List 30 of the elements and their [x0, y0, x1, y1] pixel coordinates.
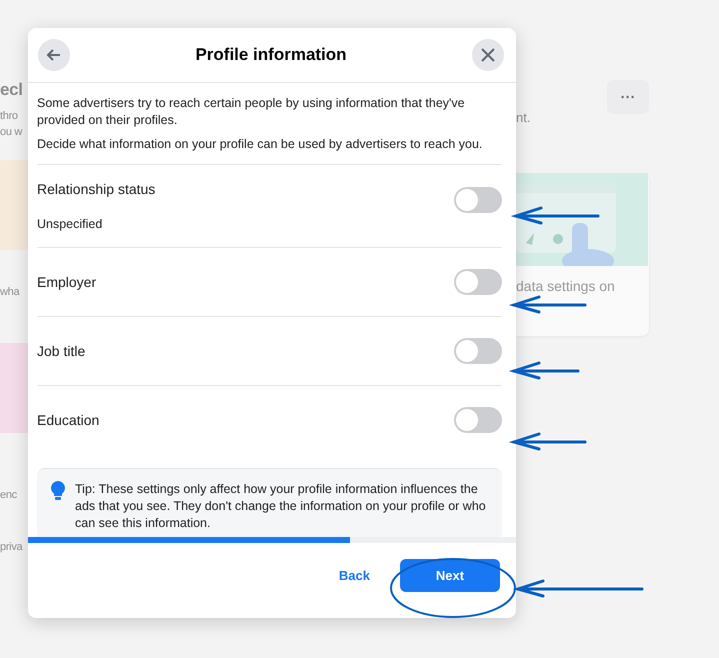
toggle-switch[interactable] [454, 187, 502, 213]
background-text: nt. [516, 110, 532, 125]
card-title: data settings on [516, 277, 616, 294]
background-text: ou w [0, 126, 24, 138]
toggle-switch[interactable] [454, 269, 502, 295]
annotation-arrow [508, 362, 580, 380]
back-link[interactable]: Back [338, 568, 370, 583]
background-text: thro [0, 110, 19, 122]
close-icon [481, 48, 495, 62]
more-button[interactable]: ··· [607, 80, 649, 114]
setting-label: Job title [37, 343, 86, 359]
intro-text: Some advertisers try to reach certain people by using information that they've provided on their profiles. [37, 95, 466, 129]
toggle-switch[interactable] [454, 338, 502, 364]
background-text: priva [0, 541, 24, 553]
tip-text: Tip: These settings only affect how your profile information influences the ads that you see. They don't change the information on your profile or who can see this information. [75, 481, 487, 532]
setting-label: Relationship status [37, 181, 156, 197]
back-button[interactable] [38, 39, 70, 71]
setting-label: Education [37, 412, 100, 428]
dialog-title: Profile information [195, 45, 347, 65]
close-button[interactable] [472, 39, 504, 71]
setting-label: Employer [37, 274, 96, 290]
arrow-left-icon [46, 47, 62, 63]
background-text: wha [0, 286, 21, 298]
background-text: ecl [0, 80, 24, 100]
background-text: enc [0, 489, 18, 501]
setting-value: Unspecified [37, 217, 104, 231]
lightbulb-icon [51, 481, 65, 501]
next-button[interactable]: Next [400, 559, 500, 592]
intro-text: Decide what information on your profile can be used by advertisers to reach you. [37, 136, 484, 153]
toggle-switch[interactable] [454, 407, 502, 433]
